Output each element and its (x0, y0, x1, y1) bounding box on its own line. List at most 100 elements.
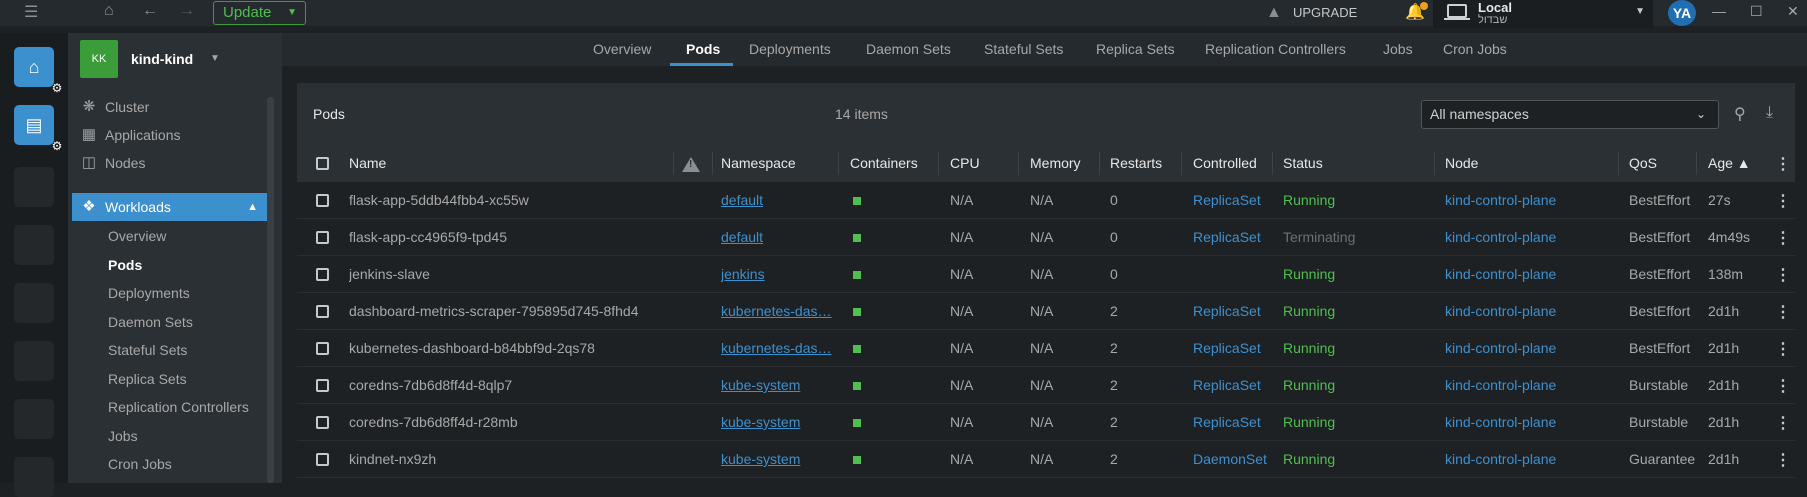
sidebar-item-workloads[interactable]: ❖ Workloads ▲ (72, 193, 268, 221)
column-header-restarts[interactable]: Restarts (1110, 145, 1162, 182)
close-icon[interactable]: ✕ (1787, 3, 1799, 20)
column-header-qos[interactable]: QoS (1629, 145, 1657, 182)
forward-arrow-icon[interactable]: → (179, 2, 195, 20)
empty-hotbar-slot[interactable] (14, 225, 54, 265)
warning-icon[interactable] (682, 157, 700, 172)
tab-pods[interactable]: Pods (686, 33, 720, 66)
namespace-link[interactable]: kube-system (721, 404, 833, 441)
column-header-age[interactable]: Age ▲ (1708, 145, 1751, 182)
empty-hotbar-slot[interactable] (14, 457, 54, 497)
row-checkbox[interactable] (316, 379, 329, 392)
namespace-link[interactable]: default (721, 219, 833, 256)
controlled-by-link[interactable] (1193, 256, 1271, 293)
column-header-status[interactable]: Status (1283, 145, 1323, 182)
row-checkbox[interactable] (316, 268, 329, 281)
cluster-header[interactable]: KK kind-kind ▼ (68, 33, 282, 85)
row-menu-icon[interactable]: ⋮ (1775, 413, 1791, 433)
hamburger-icon[interactable]: ☰ (24, 2, 38, 22)
tab-replica-sets[interactable]: Replica Sets (1096, 33, 1175, 66)
sidebar-sub-replica-sets[interactable]: Replica Sets (108, 367, 187, 391)
cluster-hotbar-tile[interactable]: ▤ ⚙ (14, 105, 62, 153)
row-menu-icon[interactable]: ⋮ (1775, 228, 1791, 248)
sidebar-sub-stateful-sets[interactable]: Stateful Sets (108, 338, 187, 362)
controlled-by-link[interactable]: ReplicaSet (1193, 182, 1271, 219)
row-checkbox[interactable] (316, 305, 329, 318)
tab-deployments[interactable]: Deployments (749, 33, 831, 66)
namespace-link[interactable]: kube-system (721, 367, 833, 404)
empty-hotbar-slot[interactable] (14, 399, 54, 439)
controlled-by-link[interactable]: ReplicaSet (1193, 367, 1271, 404)
minimize-icon[interactable]: — (1712, 3, 1726, 19)
column-header-controlled[interactable]: Controlled (1193, 145, 1257, 182)
node-link[interactable]: kind-control-plane (1445, 404, 1610, 441)
column-header-memory[interactable]: Memory (1030, 145, 1081, 182)
row-checkbox[interactable] (316, 416, 329, 429)
column-header-name[interactable]: Name (349, 145, 386, 182)
select-all-checkbox[interactable] (316, 157, 329, 170)
node-link[interactable]: kind-control-plane (1445, 293, 1610, 330)
sidebar-sub-pods[interactable]: Pods (108, 253, 142, 277)
column-header-cpu[interactable]: CPU (950, 145, 980, 182)
avatar[interactable]: YA (1668, 0, 1696, 26)
row-checkbox[interactable] (316, 231, 329, 244)
context-select[interactable]: Local שבדול ▼ (1433, 0, 1653, 28)
column-header-namespace[interactable]: Namespace (721, 145, 796, 182)
column-header-node[interactable]: Node (1445, 145, 1478, 182)
namespace-link[interactable]: kubernetes-das… (721, 330, 833, 367)
empty-hotbar-slot[interactable] (14, 167, 54, 207)
sidebar-sub-replication-controllers[interactable]: Replication Controllers (108, 395, 249, 419)
sidebar-sub-daemon-sets[interactable]: Daemon Sets (108, 310, 193, 334)
home-hotbar-tile[interactable]: ⌂ ⚙ (14, 47, 62, 95)
row-menu-icon[interactable]: ⋮ (1775, 265, 1791, 285)
maximize-icon[interactable]: ☐ (1750, 3, 1763, 20)
row-checkbox[interactable] (316, 194, 329, 207)
sidebar-item-applications[interactable]: ▦ Applications (68, 121, 264, 149)
tab-jobs[interactable]: Jobs (1383, 33, 1413, 66)
row-menu-icon[interactable]: ⋮ (1775, 302, 1791, 322)
row-checkbox[interactable] (316, 342, 329, 355)
update-button[interactable]: Update ▼ (213, 1, 306, 25)
controlled-by-link[interactable]: DaemonSet (1193, 441, 1271, 478)
controlled-by-link[interactable]: ReplicaSet (1193, 330, 1271, 367)
tab-daemon-sets[interactable]: Daemon Sets (866, 33, 951, 66)
sidebar-scrollbar[interactable] (267, 97, 274, 483)
controlled-by-link[interactable]: ReplicaSet (1193, 293, 1271, 330)
node-link[interactable]: kind-control-plane (1445, 367, 1610, 404)
row-menu-icon[interactable]: ⋮ (1775, 450, 1791, 470)
namespace-link[interactable]: kubernetes-das… (721, 293, 833, 330)
column-header-containers[interactable]: Containers (850, 145, 918, 182)
search-icon[interactable]: ⚲ (1734, 104, 1746, 124)
sidebar-sub-overview[interactable]: Overview (108, 224, 166, 248)
tab-replication-controllers[interactable]: Replication Controllers (1205, 33, 1346, 66)
namespace-link[interactable]: jenkins (721, 256, 833, 293)
sidebar-sub-deployments[interactable]: Deployments (108, 281, 190, 305)
tab-stateful-sets[interactable]: Stateful Sets (984, 33, 1063, 66)
controlled-by-link[interactable]: ReplicaSet (1193, 219, 1271, 256)
upgrade-button[interactable]: ▲ UPGRADE (1266, 0, 1357, 26)
sidebar-item-cluster[interactable]: ❋ Cluster (68, 93, 264, 121)
empty-hotbar-slot[interactable] (14, 341, 54, 381)
node-link[interactable]: kind-control-plane (1445, 441, 1610, 478)
node-link[interactable]: kind-control-plane (1445, 256, 1610, 293)
tab-cron-jobs[interactable]: Cron Jobs (1443, 33, 1507, 66)
namespace-select[interactable]: All namespaces ⌄ (1421, 100, 1719, 129)
node-link[interactable]: kind-control-plane (1445, 219, 1610, 256)
home-icon[interactable]: ⌂ (104, 2, 114, 20)
back-arrow-icon[interactable]: ← (142, 2, 158, 20)
row-menu-icon[interactable]: ⋮ (1775, 376, 1791, 396)
node-link[interactable]: kind-control-plane (1445, 330, 1610, 367)
controlled-by-link[interactable]: ReplicaSet (1193, 404, 1271, 441)
row-menu-icon[interactable]: ⋮ (1775, 191, 1791, 211)
row-checkbox[interactable] (316, 453, 329, 466)
namespace-link[interactable]: default (721, 182, 833, 219)
row-menu-icon[interactable]: ⋮ (1775, 339, 1791, 359)
column-menu-icon[interactable]: ⋮ (1775, 154, 1791, 174)
namespace-link[interactable]: kube-system (721, 441, 833, 478)
sidebar-item-nodes[interactable]: ◫ Nodes (68, 149, 264, 177)
sidebar-sub-jobs[interactable]: Jobs (108, 424, 138, 448)
table-scrollbar[interactable] (1795, 83, 1807, 483)
bell-icon[interactable]: 🔔 (1405, 2, 1428, 22)
node-link[interactable]: kind-control-plane (1445, 182, 1610, 219)
download-icon[interactable]: ⤓ (1766, 104, 1773, 122)
tab-overview[interactable]: Overview (593, 33, 651, 66)
